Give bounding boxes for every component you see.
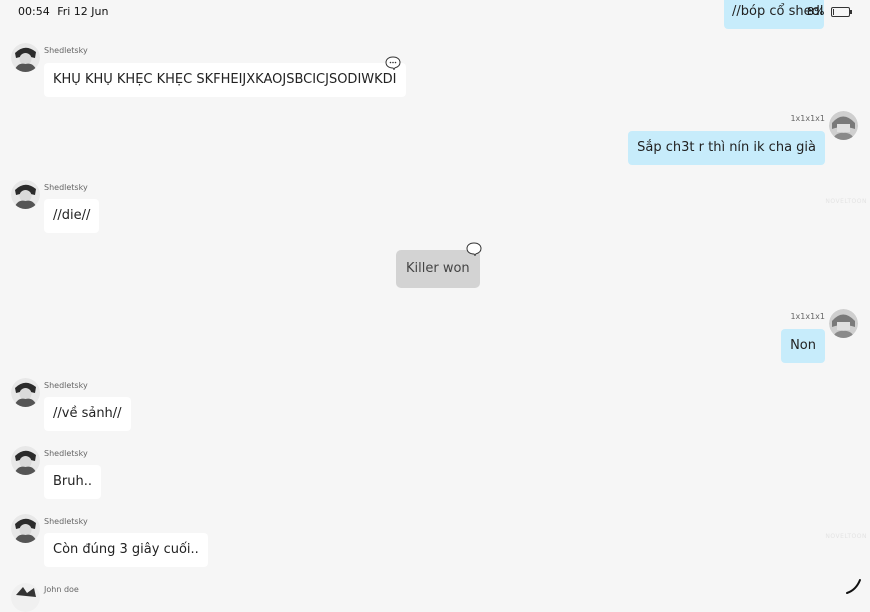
sender-name: Shedletsky xyxy=(44,381,88,390)
message-bubble: //về sảnh// xyxy=(44,397,131,431)
avatar-shedletsky[interactable] xyxy=(11,180,40,209)
clock-date: Fri 12 Jun xyxy=(57,5,109,18)
watermark: NOVELTOON xyxy=(825,198,867,205)
sender-name: 1x1x1x1 xyxy=(790,312,825,321)
message-text: Sắp ch3t r thì nín ik cha già xyxy=(637,140,816,155)
avatar-shedletsky[interactable] xyxy=(11,43,40,72)
avatar-image xyxy=(11,514,40,543)
avatar-image xyxy=(11,180,40,209)
battery-percent: 8% xyxy=(807,5,825,18)
message-text: KHỤ KHỤ KHẸC KHẸC SKFHEIJXKAOJSBCICJSODI… xyxy=(53,72,397,87)
message-text: Non xyxy=(790,338,816,353)
avatar-image xyxy=(829,309,858,338)
avatar-shedletsky[interactable] xyxy=(11,378,40,407)
battery-icon xyxy=(831,7,852,17)
sender-name: Shedletsky xyxy=(44,46,88,55)
message-bubble: Còn đúng 3 giây cuối.. xyxy=(44,533,208,567)
avatar-image xyxy=(11,378,40,407)
avatar-image xyxy=(11,446,40,475)
avatar-image xyxy=(11,43,40,72)
message-text: //về sảnh// xyxy=(53,406,122,421)
avatar-shedletsky[interactable] xyxy=(11,446,40,475)
status-time: 00:54 Fri 12 Jun xyxy=(18,5,109,18)
sender-name: John doe xyxy=(44,585,79,594)
watermark: NOVELTOON xyxy=(825,533,867,540)
message-bubble: Sắp ch3t r thì nín ik cha già xyxy=(628,131,825,165)
speech-bubble-icon[interactable] xyxy=(385,56,401,70)
avatar-image xyxy=(829,111,858,140)
avatar-john-doe[interactable] xyxy=(11,583,40,612)
sender-name: Shedletsky xyxy=(44,449,88,458)
speech-bubble-icon[interactable] xyxy=(466,242,482,256)
message-bubble: Non xyxy=(781,329,825,363)
message-text: Killer won xyxy=(406,261,470,276)
sender-name: Shedletsky xyxy=(44,517,88,526)
battery-level xyxy=(833,9,834,15)
avatar-1x1x1x1[interactable] xyxy=(829,309,858,338)
message-text: Còn đúng 3 giây cuối.. xyxy=(53,542,199,557)
message-bubble: Bruh.. xyxy=(44,465,102,499)
sender-name: 1x1x1x1 xyxy=(790,114,825,123)
message-text: //die// xyxy=(53,208,91,223)
scroll-indicator-icon[interactable] xyxy=(844,576,864,596)
message-bubble: KHỤ KHỤ KHẸC KHẸC SKFHEIJXKAOJSBCICJSODI… xyxy=(44,63,406,97)
sender-name: Shedletsky xyxy=(44,183,88,192)
avatar-1x1x1x1[interactable] xyxy=(829,111,858,140)
avatar-image xyxy=(11,583,40,612)
message-text: Bruh.. xyxy=(53,474,93,489)
message-bubble: //die// xyxy=(44,199,100,233)
status-indicators: 8% xyxy=(807,5,852,18)
avatar-shedletsky[interactable] xyxy=(11,514,40,543)
clock-time: 00:54 xyxy=(18,5,50,18)
